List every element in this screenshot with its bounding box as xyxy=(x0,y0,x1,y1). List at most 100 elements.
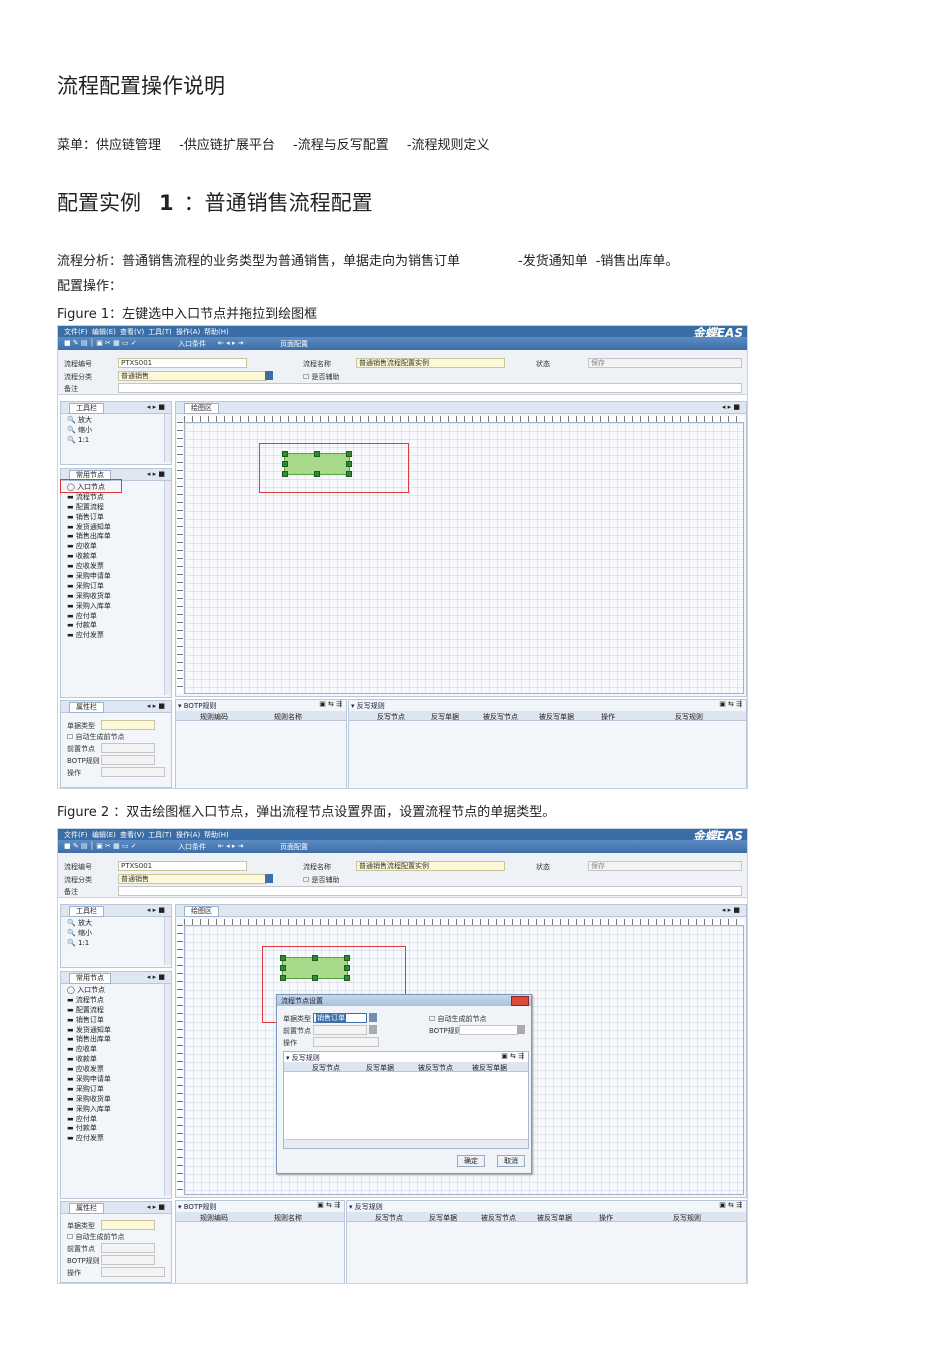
grid-tools-icon[interactable]: ▣ ⇆ ⇶ xyxy=(501,1052,524,1060)
page-config-button[interactable]: 页面配置 xyxy=(280,339,308,349)
node-item[interactable]: ▬ 应付发票 xyxy=(67,631,111,641)
entry-condition-button[interactable]: 入口条件 xyxy=(178,842,206,852)
dialog-auto-gen-checkbox[interactable]: ☐ 自动生成前节点 xyxy=(429,1014,487,1024)
zoom-in-item[interactable]: 🔍 放大 xyxy=(67,919,92,929)
zoom-out-item[interactable]: 🔍 缩小 xyxy=(67,929,92,939)
wb-col-doc[interactable]: 反写单据 xyxy=(429,1213,457,1223)
menu-tools[interactable]: 工具(T) xyxy=(148,327,172,337)
dialog-botp-field[interactable] xyxy=(459,1025,518,1035)
aux-checkbox[interactable]: ☐ 是否辅助 xyxy=(303,875,340,885)
aux-checkbox[interactable]: ☐ 是否辅助 xyxy=(303,372,340,382)
wb-col-target-node[interactable]: 被反写节点 xyxy=(483,712,518,722)
botp-col-name[interactable]: 规则名称 xyxy=(274,712,302,722)
panel-nav-icon[interactable]: ◂ ▸ ■ xyxy=(147,973,165,981)
prop-doc-type-field[interactable] xyxy=(101,1220,155,1230)
status-field[interactable]: 保存 xyxy=(588,861,742,871)
menu-tools[interactable]: 工具(T) xyxy=(148,830,172,840)
prop-op-field[interactable] xyxy=(101,1267,165,1277)
botp-col-name[interactable]: 规则名称 xyxy=(274,1213,302,1223)
toolbox-scrollbar[interactable] xyxy=(164,917,171,965)
props-tab[interactable]: 属性栏 xyxy=(69,1203,104,1214)
node-item[interactable]: ▬ 收款单 xyxy=(67,552,111,562)
canvas-tab[interactable]: 绘图区 xyxy=(184,906,219,917)
close-icon[interactable] xyxy=(511,996,529,1006)
node-item[interactable]: ▬ 应付单 xyxy=(67,1115,111,1125)
wb-col-target-doc[interactable]: 被反写单据 xyxy=(539,712,574,722)
zoom-in-item[interactable]: 🔍 放大 xyxy=(67,416,92,426)
prop-auto-gen-checkbox[interactable]: ☐ 自动生成前节点 xyxy=(67,1232,125,1242)
node-item[interactable]: ▬ 采购订单 xyxy=(67,582,111,592)
wb-col-node[interactable]: 反写节点 xyxy=(375,1213,403,1223)
wb-col-node[interactable]: 反写节点 xyxy=(377,712,405,722)
node-item[interactable]: ▬ 销售订单 xyxy=(67,1016,111,1026)
node-item[interactable]: ▬ 配置流程 xyxy=(67,503,111,513)
node-item[interactable]: ▬ 付款单 xyxy=(67,1124,111,1134)
menu-edit[interactable]: 编辑(E) xyxy=(92,327,116,337)
ok-button[interactable]: 确定 xyxy=(457,1155,485,1167)
panel-nav-icon[interactable]: ◂ ▸ ■ xyxy=(147,906,165,914)
prop-pre-node-field[interactable] xyxy=(101,743,155,753)
node-item[interactable]: ▬ 销售出库单 xyxy=(67,1035,111,1045)
nav-arrows-icon[interactable]: ⇤ ◂ ▸ ⇥ xyxy=(218,339,243,347)
node-item[interactable]: ◯ 入口节点 xyxy=(67,986,111,996)
node-item[interactable]: ▬ 应收单 xyxy=(67,542,111,552)
dialog-doc-type-field[interactable]: 销售订单 xyxy=(316,1014,346,1022)
panel-nav-icon[interactable]: ◂ ▸ ■ xyxy=(147,702,165,710)
grid-tools-icon[interactable]: ▣ ⇆ ⇶ xyxy=(317,1201,340,1209)
node-item[interactable]: ▬ 采购申请单 xyxy=(67,572,111,582)
node-item[interactable]: ▬ 流程节点 xyxy=(67,996,111,1006)
wb-col-rule[interactable]: 反写规则 xyxy=(675,712,703,722)
toolbox-tab[interactable]: 工具栏 xyxy=(69,403,104,414)
wb-col-op[interactable]: 操作 xyxy=(599,1213,613,1223)
wb-col-doc[interactable]: 反写单据 xyxy=(431,712,459,722)
zoom-reset-item[interactable]: 🔍 1:1 xyxy=(67,436,92,446)
node-item[interactable]: ▬ 采购订单 xyxy=(67,1085,111,1095)
wb-col-target-doc[interactable]: 被反写单据 xyxy=(537,1213,572,1223)
wb-col-op[interactable]: 操作 xyxy=(601,712,615,722)
name-field[interactable]: 普通销售流程配置实例 xyxy=(356,861,505,871)
wb-col-target-node[interactable]: 被反写节点 xyxy=(481,1213,516,1223)
node-item[interactable]: ▬ 收款单 xyxy=(67,1055,111,1065)
dialog-op-select[interactable] xyxy=(313,1037,379,1047)
node-item[interactable]: ▬ 销售出库单 xyxy=(67,532,111,542)
panel-nav-icon[interactable]: ◂ ▸ ■ xyxy=(147,1203,165,1211)
node-item[interactable]: ▬ 采购申请单 xyxy=(67,1075,111,1085)
menu-action[interactable]: 操作(A) xyxy=(176,830,200,840)
menu-help[interactable]: 帮助(H) xyxy=(204,327,229,337)
grid-tools-icon[interactable]: ▣ ⇆ ⇶ xyxy=(319,700,342,708)
prop-pre-node-field[interactable] xyxy=(101,1243,155,1253)
code-field[interactable]: PTXS001 xyxy=(118,861,247,871)
node-item[interactable]: ▬ 发货通知单 xyxy=(67,523,111,533)
prop-botp-field[interactable] xyxy=(101,755,155,765)
prop-botp-field[interactable] xyxy=(101,1255,155,1265)
botp-col-code[interactable]: 规则编码 xyxy=(200,712,228,722)
panel-nav-icon[interactable]: ◂ ▸ ■ xyxy=(722,906,740,914)
dlg-col-node[interactable]: 反写节点 xyxy=(312,1063,340,1073)
menu-file[interactable]: 文件(F) xyxy=(64,327,88,337)
menu-edit[interactable]: 编辑(E) xyxy=(92,830,116,840)
node-item[interactable]: ▬ 采购入库单 xyxy=(67,1105,111,1115)
panel-nav-icon[interactable]: ◂ ▸ ■ xyxy=(147,403,165,411)
node-item[interactable]: ▬ 采购入库单 xyxy=(67,602,111,612)
category-picker-icon[interactable] xyxy=(265,874,273,883)
save-icon[interactable]: ■ ✎ ▤ │ ▣ ✂ ▦ ▭ ✓ xyxy=(64,842,137,850)
remark-field[interactable] xyxy=(118,383,742,393)
entry-condition-button[interactable]: 入口条件 xyxy=(178,339,206,349)
dialog-hscrollbar[interactable] xyxy=(284,1139,528,1148)
botp-col-code[interactable]: 规则编码 xyxy=(200,1213,228,1223)
prop-doc-type-field[interactable] xyxy=(101,720,155,730)
node-item[interactable]: ▬ 应收发票 xyxy=(67,562,111,572)
node-item[interactable]: ▬ 采购收货单 xyxy=(67,1095,111,1105)
menu-view[interactable]: 查看(V) xyxy=(120,327,144,337)
cancel-button[interactable]: 取消 xyxy=(497,1155,525,1167)
status-field[interactable]: 保存 xyxy=(588,358,742,368)
toolbox-scrollbar[interactable] xyxy=(164,414,171,462)
node-item[interactable]: ▬ 应收发票 xyxy=(67,1065,111,1075)
remark-field[interactable] xyxy=(118,886,742,896)
zoom-reset-item[interactable]: 🔍 1:1 xyxy=(67,939,92,949)
grid-tools-icon[interactable]: ▣ ⇆ ⇶ xyxy=(719,1201,742,1209)
node-item[interactable]: ▬ 应收单 xyxy=(67,1045,111,1055)
category-field[interactable]: 普通销售 xyxy=(118,874,267,884)
save-icon[interactable]: ■ ✎ ▤ │ ▣ ✂ ▦ ▭ ✓ xyxy=(64,339,137,347)
nav-arrows-icon[interactable]: ⇤ ◂ ▸ ⇥ xyxy=(218,842,243,850)
